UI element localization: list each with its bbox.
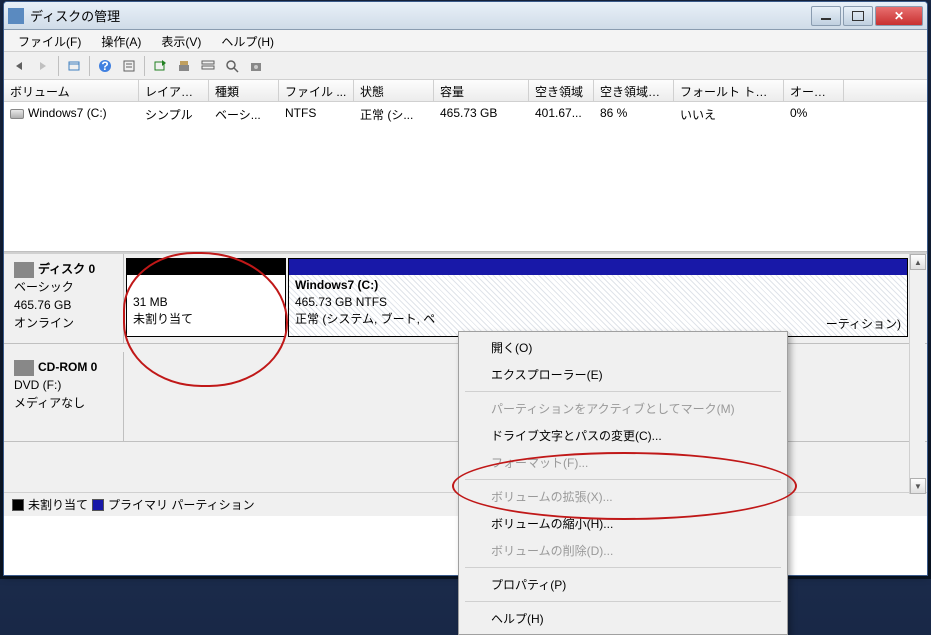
volume-cell: ベーシ... (209, 104, 279, 125)
refresh-icon[interactable] (149, 55, 171, 77)
unallocated-partition[interactable]: 31 MB未割り当て (126, 258, 286, 337)
menu-action[interactable]: 操作(A) (91, 30, 151, 51)
disk-info[interactable]: ディスク 0ベーシック465.76 GBオンライン (4, 254, 124, 343)
list-icon[interactable] (197, 55, 219, 77)
menubar: ファイル(F) 操作(A) 表示(V) ヘルプ(H) (4, 30, 927, 52)
context-separator (465, 391, 781, 392)
volume-cell: いいえ (674, 104, 784, 125)
forward-button[interactable] (32, 55, 54, 77)
volume-cell: 86 % (594, 104, 674, 125)
context-item[interactable]: 開く(O) (461, 334, 785, 361)
context-separator (465, 567, 781, 568)
menu-view[interactable]: 表示(V) (151, 30, 211, 51)
menu-help[interactable]: ヘルプ(H) (211, 30, 284, 51)
maximize-button[interactable] (843, 6, 873, 26)
search-icon[interactable] (221, 55, 243, 77)
column-header[interactable]: ボリューム (4, 80, 139, 101)
svg-text:?: ? (101, 59, 108, 73)
context-item[interactable]: ヘルプ(H) (461, 605, 785, 632)
close-button[interactable] (875, 6, 923, 26)
volume-cell: Windows7 (C:) (4, 104, 139, 125)
context-item: ボリュームの削除(D)... (461, 537, 785, 564)
column-header[interactable]: レイアウト (139, 80, 209, 101)
window-title: ディスクの管理 (30, 6, 811, 25)
volume-cell: 401.67... (529, 104, 594, 125)
context-separator (465, 601, 781, 602)
column-header[interactable]: 状態 (354, 80, 434, 101)
context-item[interactable]: ボリュームの縮小(H)... (461, 510, 785, 537)
volume-cell: 465.73 GB (434, 104, 529, 125)
column-header[interactable]: 容量 (434, 80, 529, 101)
legend-swatch (12, 499, 24, 511)
column-header[interactable]: ファイル ... (279, 80, 354, 101)
disk-info[interactable]: CD-ROM 0DVD (F:)メディアなし (4, 352, 124, 441)
context-item: フォーマット(F)... (461, 449, 785, 476)
context-separator (465, 479, 781, 480)
titlebar[interactable]: ディスクの管理 (4, 2, 927, 30)
back-button[interactable] (8, 55, 30, 77)
scroll-up-button[interactable]: ▲ (910, 254, 926, 270)
volume-cell: 正常 (シ... (354, 104, 434, 125)
context-item[interactable]: プロパティ(P) (461, 571, 785, 598)
minimize-button[interactable] (811, 6, 841, 26)
show-hide-button[interactable] (63, 55, 85, 77)
column-header[interactable]: 空き領域の... (594, 80, 674, 101)
rescan-icon[interactable] (173, 55, 195, 77)
disk-icon (14, 262, 34, 278)
primary-partition[interactable]: Windows7 (C:)465.73 GB NTFS正常 (システム, ブート… (288, 258, 908, 337)
volume-row[interactable]: Windows7 (C:)シンプルベーシ...NTFS正常 (シ...465.7… (4, 102, 927, 127)
column-header[interactable]: 空き領域 (529, 80, 594, 101)
volume-list-header: ボリュームレイアウト種類ファイル ...状態容量空き領域空き領域の...フォール… (4, 80, 927, 102)
scroll-down-button[interactable]: ▼ (910, 478, 926, 494)
legend-label: プライマリ パーティション (108, 496, 255, 513)
volume-icon (10, 109, 24, 119)
properties-button[interactable] (118, 55, 140, 77)
legend-swatch (92, 499, 104, 511)
legend-label: 未割り当て (28, 496, 88, 513)
volume-cell: NTFS (279, 104, 354, 125)
column-header[interactable]: フォールト トレ... (674, 80, 784, 101)
menu-file[interactable]: ファイル(F) (8, 30, 91, 51)
context-item[interactable]: ドライブ文字とパスの変更(C)... (461, 422, 785, 449)
context-item: ボリュームの拡張(X)... (461, 483, 785, 510)
context-item[interactable]: エクスプローラー(E) (461, 361, 785, 388)
context-item: パーティションをアクティブとしてマーク(M) (461, 395, 785, 422)
toolbar: ? (4, 52, 927, 80)
volume-cell: シンプル (139, 104, 209, 125)
column-header[interactable]: 種類 (209, 80, 279, 101)
help-button[interactable]: ? (94, 55, 116, 77)
app-icon (8, 8, 24, 24)
context-menu: 開く(O)エクスプローラー(E) パーティションをアクティブとしてマーク(M)ドラ… (458, 331, 788, 635)
volume-cell: 0% (784, 104, 844, 125)
disk-icon (14, 360, 34, 376)
volume-list[interactable]: Windows7 (C:)シンプルベーシ...NTFS正常 (シ...465.7… (4, 102, 927, 252)
column-header[interactable]: オーバー... (784, 80, 844, 101)
settings-icon[interactable] (245, 55, 267, 77)
